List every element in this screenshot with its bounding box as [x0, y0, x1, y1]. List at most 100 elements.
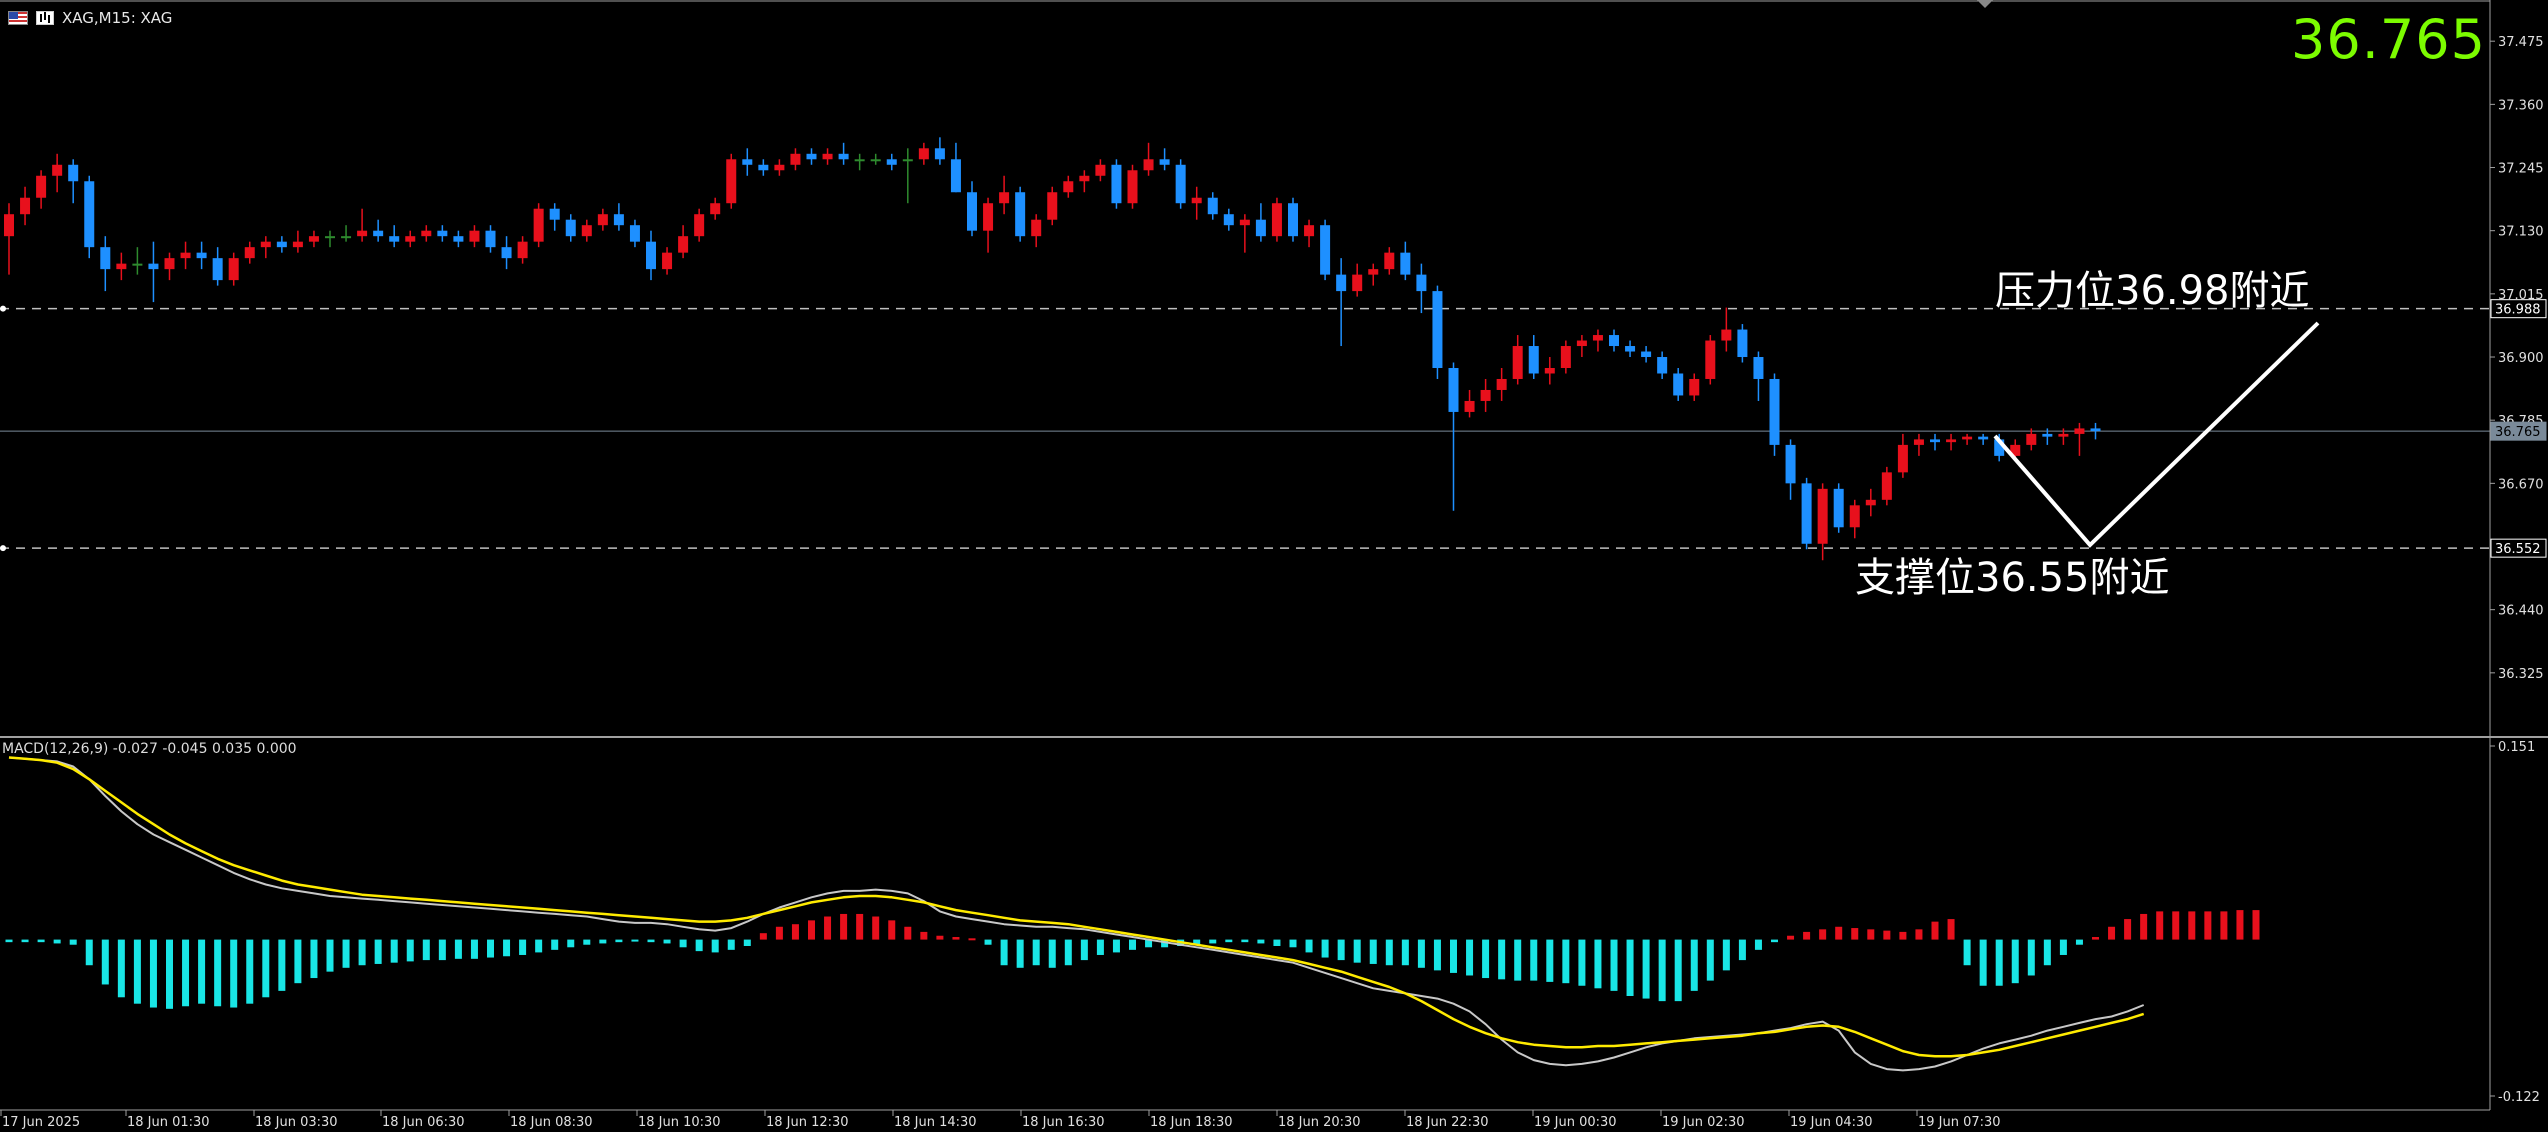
macd-histogram-bar — [2092, 937, 2099, 940]
macd-histogram-bar — [1851, 928, 1859, 940]
macd-histogram-bar — [1754, 939, 1762, 950]
chart-type-icon[interactable] — [36, 11, 54, 25]
candle-body — [1865, 499, 1876, 506]
candle-body — [1271, 203, 1282, 237]
candle — [68, 159, 79, 204]
macd-histogram-bar — [374, 939, 382, 964]
macd-histogram-bar — [1787, 935, 1795, 940]
macd-histogram-bar — [791, 924, 799, 940]
macd-histogram-bar — [246, 939, 254, 1004]
macd-histogram-bar — [551, 939, 559, 950]
candle-body — [485, 230, 496, 248]
candle — [308, 230, 319, 248]
candle — [373, 219, 384, 242]
time-tick-label: 19 Jun 00:30 — [1534, 1115, 1617, 1130]
macd-histogram-bar — [1482, 939, 1490, 979]
candle-body — [549, 208, 560, 220]
candle-body — [967, 192, 977, 231]
candle-body — [373, 230, 384, 237]
macd-histogram-bar — [85, 939, 93, 966]
macd-histogram-bar — [326, 939, 334, 972]
symbol-label: XAG,M15: XAG — [62, 9, 173, 27]
chart-shift-marker-icon[interactable] — [1977, 0, 1993, 8]
candle-body — [678, 236, 689, 253]
candle-body — [1673, 373, 1684, 396]
macd-histogram-bar — [1674, 939, 1682, 1002]
macd-histogram-bar — [149, 939, 157, 1008]
candle — [180, 241, 191, 270]
candle-body — [902, 159, 913, 162]
candle-body — [1111, 164, 1122, 204]
macd-histogram-bar — [759, 933, 767, 940]
macd-histogram-bar — [904, 926, 912, 940]
macd-histogram-bar — [1690, 939, 1698, 991]
macd-histogram-bar — [278, 939, 286, 991]
candle — [453, 230, 464, 248]
candle-body — [950, 159, 961, 193]
macd-histogram-bar — [984, 939, 992, 945]
macd-histogram-bar — [1963, 939, 1971, 966]
candle — [1913, 433, 1924, 456]
macd-histogram-bar — [214, 939, 222, 1007]
macd-histogram-bar — [1899, 931, 1907, 940]
candle-body — [1625, 346, 1636, 352]
candle — [116, 252, 127, 281]
candle — [1801, 477, 1812, 550]
us-flag-icon — [8, 11, 28, 25]
macd-histogram-bar — [1064, 939, 1072, 966]
candle — [1560, 340, 1571, 374]
candle — [421, 225, 432, 242]
candle — [1207, 192, 1218, 220]
candle — [437, 225, 448, 242]
candle — [1689, 373, 1700, 401]
candle — [999, 175, 1010, 215]
candle-body — [1544, 368, 1555, 374]
candle — [629, 219, 640, 248]
candle — [533, 203, 544, 248]
candle — [84, 175, 95, 259]
candle — [1320, 219, 1331, 281]
macd-histogram-bar — [1450, 939, 1457, 973]
resistance-annotation: 压力位36.98附近 — [1995, 268, 2310, 314]
macd-histogram-bar — [679, 939, 687, 948]
candle-body — [196, 252, 207, 259]
macd-histogram-bar — [1835, 926, 1843, 940]
macd-histogram-bar — [1016, 939, 1024, 968]
macd-histogram-bar — [1883, 930, 1891, 940]
candle-body — [1689, 378, 1700, 396]
macd-histogram-bar — [1273, 939, 1281, 946]
candle-body — [308, 236, 319, 242]
candle — [1384, 247, 1395, 275]
candle-body — [116, 263, 127, 270]
chart-title-bar: XAG,M15: XAG — [8, 6, 172, 30]
candle — [1015, 186, 1026, 242]
macd-histogram-bar — [631, 939, 639, 942]
macd-histogram-bar — [824, 916, 832, 940]
candle — [485, 225, 496, 253]
resistance-price-label: 36.988 — [2490, 299, 2547, 319]
candle — [1079, 170, 1090, 193]
candle — [325, 230, 335, 248]
candle — [1512, 335, 1523, 385]
candle-body — [2042, 433, 2053, 437]
signal-line — [8, 756, 2145, 1058]
candle-body — [581, 225, 592, 237]
price-tick-label: 36.325 — [2498, 667, 2544, 682]
macd-histogram-bar — [2172, 911, 2180, 940]
candle-body — [341, 236, 352, 239]
macd-histogram-bar — [743, 939, 751, 946]
candle-body — [1143, 159, 1154, 171]
candle-body — [421, 230, 432, 237]
candle — [260, 236, 271, 259]
current-price-label: 36.765 — [2490, 421, 2547, 441]
macd-histogram-bar — [1819, 929, 1827, 940]
macd-histogram-bar — [1353, 939, 1361, 963]
candle-body — [517, 241, 528, 259]
candle — [1191, 186, 1202, 220]
macd-histogram-bar — [1626, 939, 1634, 996]
price-tick-label: 37.245 — [2498, 162, 2544, 177]
macd-histogram-bar — [2043, 939, 2051, 966]
candle-body — [1576, 340, 1587, 347]
candle-body — [1512, 346, 1523, 379]
time-tick-label: 18 Jun 14:30 — [894, 1115, 977, 1130]
